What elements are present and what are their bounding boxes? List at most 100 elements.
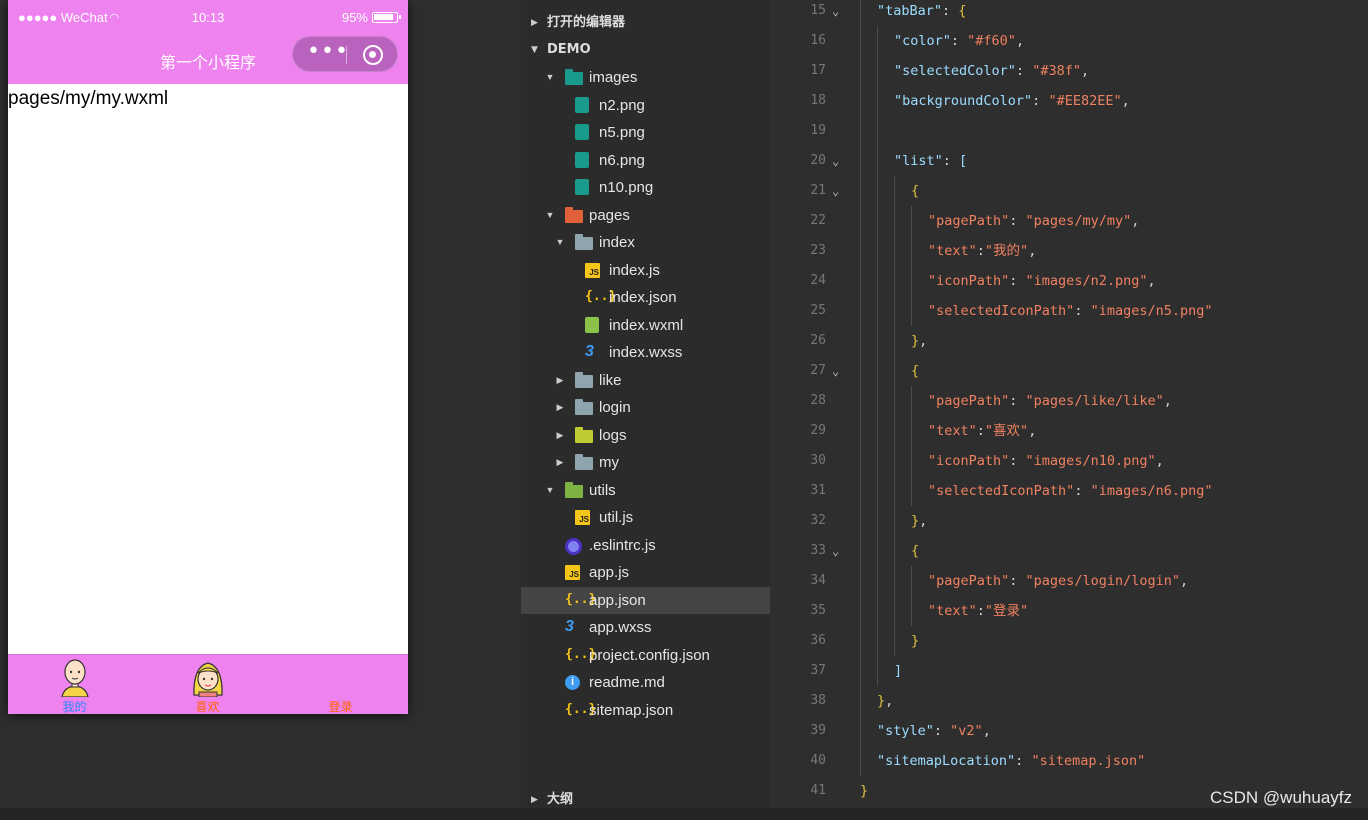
open-editors-header[interactable]: ▶ 打开的编辑器: [521, 9, 770, 37]
code-text: "selectedIconPath": "images/n6.png": [928, 476, 1213, 506]
tree-item[interactable]: i readme.md: [521, 669, 770, 696]
menu-capsule: •••: [292, 36, 398, 72]
tree-item-label: like: [599, 371, 622, 389]
code-text: "text":"我的",: [928, 236, 1036, 266]
tree-item[interactable]: 3 index.wxss: [521, 339, 770, 366]
outline-header[interactable]: ▶ 大纲: [521, 786, 770, 808]
line-number: 34: [810, 573, 826, 588]
indent-guide: [877, 656, 878, 686]
chevron-right-icon[interactable]: ▶: [555, 367, 565, 394]
code-token: "pages/my/my": [1025, 213, 1132, 229]
code-token: "pages/login/login": [1025, 573, 1180, 589]
indent-guide: [911, 266, 912, 296]
fold-chevron-icon[interactable]: ⌄: [832, 0, 839, 26]
image-file-icon: [575, 96, 589, 113]
code-line: 25 "selectedIconPath": "images/n5.png": [770, 296, 1368, 326]
tree-item[interactable]: ▼ images: [521, 64, 770, 91]
indent-guide: [877, 446, 878, 476]
tree-item[interactable]: ▶ my: [521, 449, 770, 476]
indent-guide: [860, 266, 861, 296]
chevron-right-icon[interactable]: ▶: [555, 422, 565, 449]
tab-like[interactable]: 喜欢: [141, 655, 274, 714]
tree-item[interactable]: ▼ pages: [521, 202, 770, 229]
code-token: "text": [928, 423, 977, 439]
code-line: 34 "pagePath": "pages/login/login",: [770, 566, 1368, 596]
tree-item[interactable]: JS index.js: [521, 257, 770, 284]
tab-login[interactable]: 登录: [274, 655, 407, 714]
tree-item[interactable]: ▶ logs: [521, 422, 770, 449]
tree-item[interactable]: n10.png: [521, 174, 770, 201]
tree-item[interactable]: {..} app.json: [521, 586, 770, 614]
chevron-right-icon[interactable]: ▶: [555, 394, 565, 421]
code-token: }: [877, 693, 886, 709]
indent-guide: [911, 296, 912, 326]
code-token: :: [942, 153, 960, 169]
indent-guide: [877, 356, 878, 386]
project-header[interactable]: ▼ DEMO: [521, 36, 770, 64]
tree-item[interactable]: index.wxml: [521, 312, 770, 339]
indent-guide: [860, 296, 861, 326]
line-number: 26: [810, 333, 826, 348]
tree-item[interactable]: ▼ index: [521, 229, 770, 256]
chevron-down-icon[interactable]: ▼: [555, 229, 565, 256]
code-line: 33 ⌄ {: [770, 536, 1368, 566]
close-miniprogram-icon[interactable]: [363, 45, 383, 65]
code-token: :: [1074, 303, 1091, 319]
chevron-down-icon[interactable]: ▼: [545, 64, 555, 91]
indent-guide: [911, 596, 912, 626]
code-token: "images/n6.png": [1090, 483, 1213, 499]
fold-chevron-icon[interactable]: ⌄: [832, 356, 839, 386]
tree-item-label: readme.md: [589, 674, 665, 691]
tree-item-label: index.js: [609, 261, 660, 279]
folder-icon: [575, 399, 593, 415]
line-number: 20: [810, 153, 826, 168]
tree-item[interactable]: {..} index.json: [521, 284, 770, 311]
tree-item[interactable]: ▶ login: [521, 394, 770, 421]
navigation-bar: 第一个小程序 •••: [8, 36, 408, 84]
tree-item-label: n10.png: [599, 179, 654, 196]
tree-item[interactable]: .eslintrc.js: [521, 532, 770, 559]
open-folder-icon: [575, 234, 593, 250]
json-file-icon: {..}: [565, 591, 597, 607]
tree-item[interactable]: n2.png: [521, 92, 770, 119]
more-icon[interactable]: •••: [307, 40, 349, 64]
tree-item[interactable]: ▼ utils: [521, 477, 770, 504]
code-token: "pagePath": [928, 393, 1010, 409]
tree-item[interactable]: ▶ like: [521, 367, 770, 394]
indent-guide: [894, 416, 895, 446]
image-file-icon: [575, 179, 589, 195]
tree-item[interactable]: 3 app.wxss: [521, 614, 770, 641]
indent-guide: [877, 506, 878, 536]
phone-screen: ●●●●● WeChat ◠ 10:13 95% 第一个小程序 ••• page…: [8, 0, 408, 714]
folder-icon: [575, 454, 593, 470]
code-text: "selectedIconPath": "images/n5.png": [928, 296, 1213, 326]
code-token: :: [1074, 483, 1091, 499]
tree-item[interactable]: {..} project.config.json: [521, 642, 770, 669]
code-text: },: [911, 506, 927, 536]
code-token: :: [950, 33, 968, 49]
tree-item[interactable]: JS util.js: [521, 504, 770, 531]
tree-item[interactable]: {..} sitemap.json: [521, 697, 770, 724]
code-text: ]: [894, 656, 902, 686]
code-token: "text": [928, 603, 977, 619]
line-number: 36: [810, 633, 826, 648]
tree-item[interactable]: n6.png: [521, 147, 770, 174]
tab-my[interactable]: 我的: [8, 655, 141, 714]
chevron-down-icon[interactable]: ▼: [545, 477, 555, 504]
code-editor[interactable]: 15 ⌄ "tabBar": {16 "color": "#f60", 17 "selec…: [770, 0, 1368, 808]
indent-guide: [860, 596, 861, 626]
chevron-down-icon[interactable]: ▼: [545, 202, 555, 229]
fold-chevron-icon[interactable]: ⌄: [832, 536, 839, 566]
code-token: ,: [1155, 453, 1164, 469]
chevron-right-icon[interactable]: ▶: [555, 449, 565, 476]
tree-item[interactable]: n5.png: [521, 119, 770, 146]
code-text: "color": "#f60",: [894, 26, 1024, 56]
fold-chevron-icon[interactable]: ⌄: [832, 176, 839, 206]
tree-item[interactable]: JS app.js: [521, 559, 770, 586]
indent-guide: [860, 686, 861, 716]
fold-chevron-icon[interactable]: ⌄: [832, 146, 839, 176]
code-token: "sitemapLocation": [877, 753, 1016, 769]
code-line: 23 "text":"我的",: [770, 236, 1368, 266]
code-token: "list": [894, 153, 943, 169]
code-line: 36}: [770, 626, 1368, 656]
